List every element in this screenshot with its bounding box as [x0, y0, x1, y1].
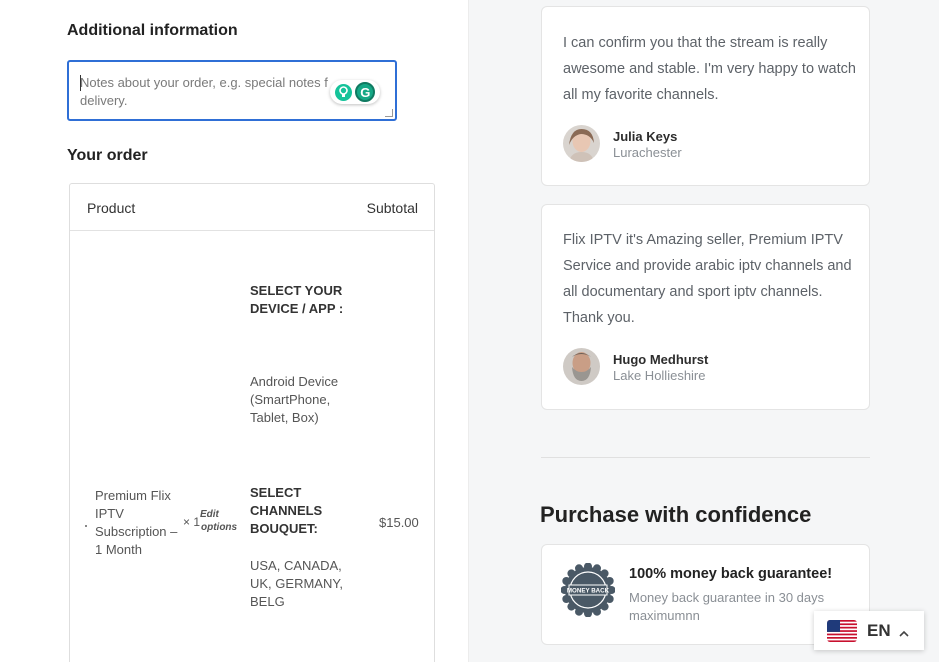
- edit-options-line1: Edit: [200, 509, 219, 520]
- testimonial-author: Hugo Medhurst Lake Hollieshire: [613, 352, 708, 384]
- confidence-heading: Purchase with confidence: [540, 502, 812, 527]
- meta-value-device: Android Device (SmartPhone, Tablet, Box): [250, 374, 339, 425]
- guarantee-title: 100% money back guarantee!: [629, 566, 833, 582]
- product-name: Premium Flix IPTV Subscription – 1 Month: [95, 488, 178, 557]
- author-name: Julia Keys: [613, 129, 678, 144]
- subtotal-column-header: Subtotal: [366, 200, 418, 216]
- text-cursor: [80, 75, 81, 91]
- author-name: Hugo Medhurst: [613, 352, 709, 367]
- checkout-column: Additional information Notes about your …: [0, 0, 468, 662]
- chevron-up-icon: [898, 626, 910, 637]
- grammarly-icon[interactable]: G: [355, 82, 376, 102]
- language-switcher[interactable]: EN: [814, 611, 924, 650]
- us-flag-icon: [827, 619, 857, 642]
- item-bullet: [85, 525, 87, 527]
- avatar: [563, 348, 600, 385]
- meta-key-bouquet: SELECT CHANNELS BOUQUET:: [250, 485, 323, 536]
- meta-value-bouquet: USA, CANADA, UK, GERMANY, BELG: [250, 558, 343, 609]
- testimonial-card: I can confirm you that the stream is rea…: [541, 6, 870, 186]
- language-code: EN: [867, 620, 891, 640]
- money-back-badge-icon: MONEY BACK: [560, 562, 616, 618]
- product-quantity: × 1: [183, 515, 201, 529]
- testimonial-card: Flix IPTV it's Amazing seller, Premium I…: [541, 204, 870, 410]
- edit-options-line2: options: [201, 522, 238, 533]
- badge-text: MONEY BACK: [567, 588, 610, 595]
- testimonial-quote: Flix IPTV it's Amazing seller, Premium I…: [563, 232, 852, 326]
- additional-info-heading: Additional information: [67, 22, 238, 39]
- author-location: Lurachester: [613, 145, 682, 160]
- meta-key-device: SELECT YOUR DEVICE / APP :: [250, 283, 344, 316]
- section-divider: [541, 457, 870, 458]
- testimonial-author: Julia Keys Lurachester: [613, 129, 682, 161]
- product-column-header: Product: [87, 200, 136, 216]
- grammarly-widget[interactable]: G: [330, 80, 380, 104]
- lightbulb-icon[interactable]: [334, 83, 352, 101]
- avatar: [563, 125, 600, 162]
- item-subtotal: $15.00: [379, 515, 419, 530]
- resize-handle[interactable]: [385, 109, 393, 117]
- edit-options-link[interactable]: Edit options: [200, 508, 237, 534]
- order-table-header: Product Subtotal: [70, 184, 434, 231]
- author-location: Lake Hollieshire: [613, 368, 706, 383]
- testimonial-quote: I can confirm you that the stream is rea…: [563, 35, 856, 103]
- your-order-heading: Your order: [67, 147, 148, 164]
